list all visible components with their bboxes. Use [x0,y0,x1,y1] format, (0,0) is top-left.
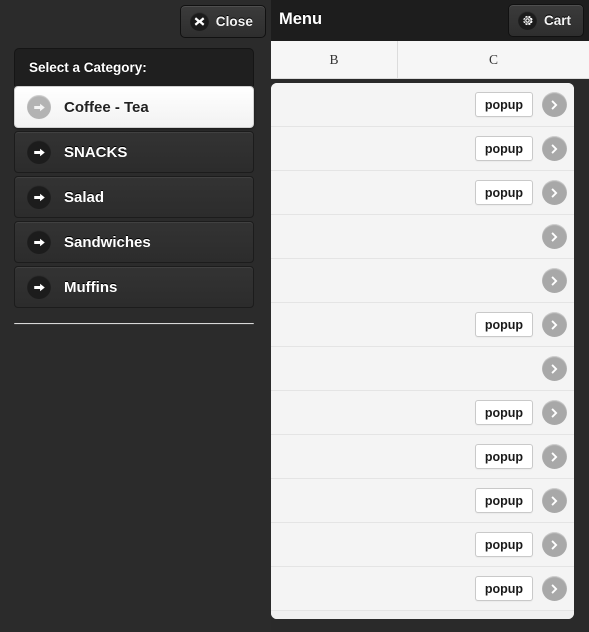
menu-header: Menu Cart [271,0,589,41]
chevron-right-icon[interactable] [542,136,567,161]
chevron-right-icon[interactable] [542,400,567,425]
menu-row[interactable]: popup [271,127,574,171]
menu-row[interactable]: popup [271,303,574,347]
category-item-label: Muffins [64,278,118,296]
column-header-row: BC [271,41,589,79]
column-header-b[interactable]: B [271,41,398,78]
category-item-label: Sandwiches [64,233,151,251]
gear-icon [517,11,537,30]
menu-row[interactable] [271,347,574,391]
chevron-right-icon[interactable] [542,444,567,469]
category-item-label: Coffee - Tea [64,98,149,116]
popup-button[interactable]: popup [474,136,533,161]
chevron-right-icon[interactable] [542,92,567,117]
chevron-right-icon[interactable] [542,576,567,601]
chevron-right-icon[interactable] [542,488,567,513]
menu-row[interactable]: popup [271,435,574,479]
category-item-label: Salad [64,188,105,206]
menu-row[interactable]: popup [271,523,574,567]
column-header-c[interactable]: C [398,41,589,78]
category-header-label: Select a Category: [29,60,147,75]
chevron-right-icon[interactable] [542,224,567,249]
category-item[interactable]: Sandwiches [14,221,254,263]
category-box: Select a Category: Coffee - Tea SNACKS Sal… [14,48,254,308]
popup-button[interactable]: popup [474,444,533,469]
category-item[interactable]: SNACKS [14,131,254,173]
close-button[interactable]: Close [179,5,266,38]
chevron-right-icon[interactable] [542,180,567,205]
chevron-right-icon[interactable] [542,268,567,293]
category-item-label: SNACKS [64,143,128,161]
app-root: Close Select a Category: Coffee - Tea SNA… [0,0,589,632]
category-panel: Close Select a Category: Coffee - Tea SNA… [0,0,271,632]
category-item[interactable]: Coffee - Tea [14,86,254,128]
popup-button[interactable]: popup [474,180,533,205]
menu-row[interactable] [271,215,574,259]
list-bottom-padding [271,611,574,619]
category-list: Coffee - Tea SNACKS Salad Sandwiches Muffins [14,86,254,308]
cart-button-label: Cart [543,13,571,28]
arrow-right-icon [27,230,51,254]
cart-button[interactable]: Cart [507,4,584,37]
close-x-icon [189,12,209,31]
menu-panel: Menu Cart BC popup popup popup popup popup po… [271,0,589,632]
chevron-right-icon[interactable] [542,312,567,337]
menu-row[interactable]: popup [271,83,574,127]
category-header: Select a Category: [14,48,254,86]
popup-button[interactable]: popup [474,488,533,513]
chevron-right-icon[interactable] [542,356,567,381]
close-button-label: Close [215,14,253,29]
menu-row[interactable]: popup [271,567,574,611]
popup-button[interactable]: popup [474,532,533,557]
chevron-right-icon[interactable] [542,532,567,557]
arrow-right-icon [27,185,51,209]
category-item[interactable]: Salad [14,176,254,218]
popup-button[interactable]: popup [474,576,533,601]
page-title: Menu [279,10,323,28]
menu-row[interactable] [271,259,574,303]
menu-row[interactable]: popup [271,171,574,215]
arrow-right-icon [27,140,51,164]
arrow-right-icon [27,275,51,299]
panel-divider [14,323,254,325]
popup-button[interactable]: popup [474,92,533,117]
menu-row[interactable]: popup [271,479,574,523]
menu-row[interactable]: popup [271,391,574,435]
menu-row-list: popup popup popup popup popup popup popup popup… [271,83,574,619]
category-item[interactable]: Muffins [14,266,254,308]
arrow-right-icon [27,95,51,119]
popup-button[interactable]: popup [474,312,533,337]
popup-button[interactable]: popup [474,400,533,425]
